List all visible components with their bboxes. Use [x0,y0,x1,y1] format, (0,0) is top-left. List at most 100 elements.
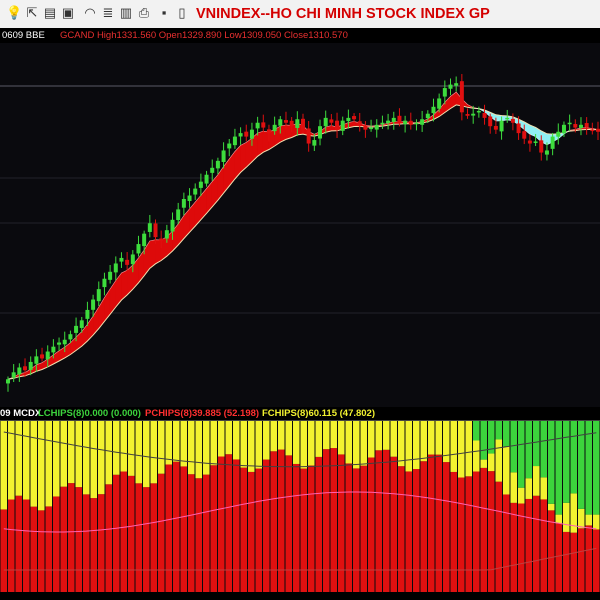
pchips-bar [473,471,480,592]
candle-body [244,131,249,137]
candle-body [255,122,260,129]
bull-candle [17,363,22,382]
save-icon[interactable]: ▪ [156,5,172,21]
chips-bar [0,420,7,592]
candle-body [232,136,237,146]
lightbulb-icon[interactable]: 💡 [6,5,22,21]
pchips-bar [443,462,450,592]
bull-candle [403,115,408,133]
chips-bar [518,420,525,592]
candle-body [11,372,16,378]
candle-body [584,123,589,128]
candle-body [102,278,107,288]
fchips-bar [338,420,345,455]
fchips-bar [30,420,37,507]
candle-body [335,120,340,130]
pchips-bar [30,506,37,592]
chips-bar [278,420,285,592]
bear-candle [465,108,470,119]
briefcase-icon[interactable]: ▥ [118,5,134,21]
ma-ribbon-segment [115,272,122,308]
fchips-bar [495,439,502,482]
pchips-bar [540,499,547,592]
candle-body [147,223,152,232]
candle-body [74,325,79,333]
fchips-bar [398,420,405,467]
ma-ribbon-segment [109,279,117,316]
pchips-bar [480,467,487,592]
candle-body [380,122,385,125]
chips-bar [450,420,457,592]
candle-body [170,219,175,232]
ma-ribbon-segment [138,248,145,284]
chips-bar [45,420,52,592]
ma-ribbon-segment [262,130,270,153]
printer-icon[interactable]: ⎙ [136,5,152,21]
pchips-bar [450,471,457,592]
fchips-readout: FCHIPS(8)60.115 (47.802) [262,408,376,419]
chips-bar [135,420,142,592]
chips-bar [360,420,367,592]
fchips-bar [315,420,322,457]
candle-body [227,143,232,149]
bull-candle [11,364,16,382]
price-chart-panel[interactable] [0,43,600,407]
candle-body [266,129,271,134]
document-icon[interactable]: ▯ [174,5,190,21]
lchips-bar [533,420,540,467]
candle-body [181,199,186,208]
chips-bar [23,420,30,592]
candle-body [561,124,566,134]
bull-candle [147,214,152,238]
chips-bar [338,420,345,592]
fchips-bar [308,420,315,466]
candle-body [28,361,33,370]
candle-body [493,125,498,130]
fast-ma-line [7,91,599,380]
bull-candle [578,117,583,136]
pchips-bar [338,454,345,592]
pchips-bar [173,461,180,592]
fchips-bar [195,420,202,479]
fchips-bar [263,420,270,460]
pchips-bar [503,494,510,592]
ma-ribbon-segment [183,208,190,240]
date-code: 0609 BBE [2,30,45,41]
wifi-icon[interactable]: ◠ [82,5,98,21]
chips-bar [240,420,247,592]
stack-icon[interactable]: ≣ [100,5,116,21]
cursor-icon[interactable]: ⇱ [24,5,40,21]
bear-candle [510,113,515,131]
fchips-bar [345,420,352,464]
image-icon[interactable]: ▣ [60,5,76,21]
fchips-bar [38,420,45,511]
fchips-bar [465,420,472,477]
fchips-bar [150,420,157,484]
bear-candle [584,117,589,135]
chart-icon[interactable]: ▤ [42,5,58,21]
chips-bar [533,420,540,592]
pchips-bar [248,471,255,592]
pchips-bar [488,471,495,592]
chips-indicator-panel[interactable] [0,420,600,592]
lchips-bar [525,420,532,479]
slow-ma-line [7,104,599,380]
pchips-bar [188,474,195,592]
chips-bar [383,420,390,592]
chips-bar [420,420,427,592]
fchips-bar [203,420,210,475]
fchips-bar [15,420,22,496]
candle-body [289,120,294,127]
bull-candle [119,252,124,268]
fchips-bar [360,420,367,466]
chips-bar [53,420,60,592]
pchips-bar [8,499,15,592]
chips-bar [113,420,120,592]
candle-body [431,106,436,114]
candle-body [363,125,368,130]
pchips-bar [195,478,202,592]
bear-candle [482,104,487,125]
candle-body [6,379,10,384]
lchips-bar [563,420,570,503]
candle-body [159,238,164,241]
